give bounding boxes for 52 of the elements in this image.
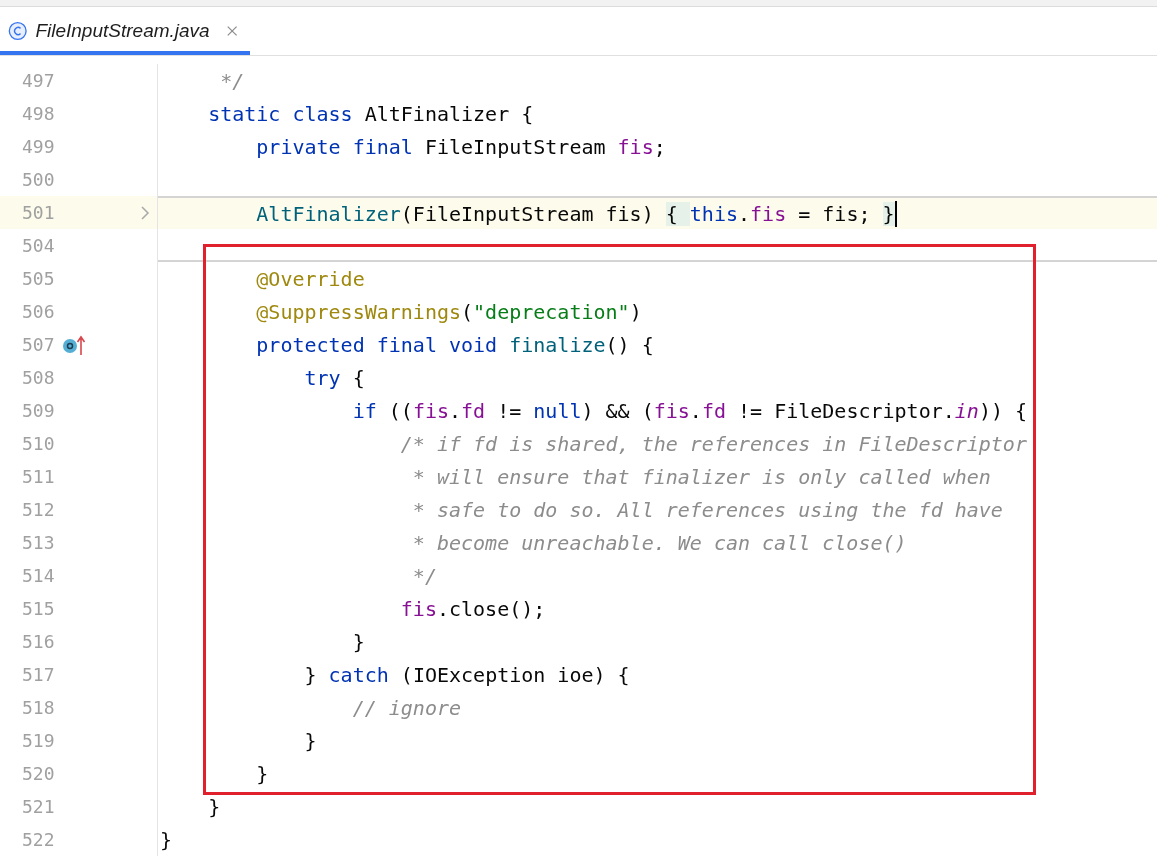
line-number: 512	[22, 499, 55, 520]
line-number: 504	[22, 235, 55, 256]
code-line: /* if fd is shared, the references in FileDescriptor	[399, 430, 1027, 458]
code-line: }	[303, 727, 317, 755]
line-number: 510	[22, 433, 55, 454]
code-line: }	[207, 793, 221, 821]
line-number: 520	[22, 763, 55, 784]
line-number: 507	[22, 334, 55, 355]
code-line: static class AltFinalizer {	[207, 100, 534, 128]
code-line: fis.close();	[399, 595, 546, 623]
code-line: try {	[303, 364, 365, 392]
line-number: 511	[22, 466, 55, 487]
code-line: protected final void finalize() {	[255, 331, 654, 359]
class-icon	[8, 20, 28, 42]
code-line: private final FileInputStream fis;	[255, 133, 666, 161]
code-line: } catch (IOException ioe) {	[303, 661, 630, 689]
line-number: 500	[22, 169, 55, 190]
line-number: 509	[22, 400, 55, 421]
override-marker-icon[interactable]	[62, 333, 86, 356]
line-number: 498	[22, 103, 55, 124]
code-line: }	[255, 760, 269, 788]
line-number: 522	[22, 829, 55, 850]
line-number: 519	[22, 730, 55, 751]
line-number: 505	[22, 268, 55, 289]
code-line: AltFinalizer(FileInputStream fis) { this.fis = fis; }	[255, 200, 895, 228]
line-number: 514	[22, 565, 55, 586]
code-line: @Override	[255, 265, 365, 293]
file-tab[interactable]: FileInputStream.java	[0, 7, 250, 55]
line-number: 517	[22, 664, 55, 685]
line-number: 518	[22, 697, 55, 718]
code-line: @SuppressWarnings("deprecation")	[255, 298, 642, 326]
code-line: }	[351, 628, 365, 656]
code-line: if ((fis.fd != null) && (fis.fd != FileDescriptor.in)) {	[351, 397, 1028, 425]
code-line: * become unreachable. We can call close()	[411, 529, 907, 557]
code-line: */	[411, 562, 437, 590]
line-number: 515	[22, 598, 55, 619]
code-line: }	[160, 826, 173, 854]
line-number: 508	[22, 367, 55, 388]
code-line: * will ensure that finalizer is only called when	[411, 463, 991, 491]
close-icon[interactable]	[225, 24, 238, 38]
line-number: 516	[22, 631, 55, 652]
text-cursor	[894, 200, 897, 227]
fold-chevron-icon[interactable]	[140, 204, 150, 221]
line-number: 501	[22, 202, 55, 223]
line-number: 513	[22, 532, 55, 553]
line-number: 506	[22, 301, 55, 322]
line-number: 521	[22, 796, 55, 817]
code-line: * safe to do so. All references using the fd have	[411, 496, 1003, 524]
line-number: 499	[22, 136, 55, 157]
code-line: */	[219, 67, 245, 95]
code-line: // ignore	[351, 694, 462, 722]
line-number: 497	[22, 70, 55, 91]
